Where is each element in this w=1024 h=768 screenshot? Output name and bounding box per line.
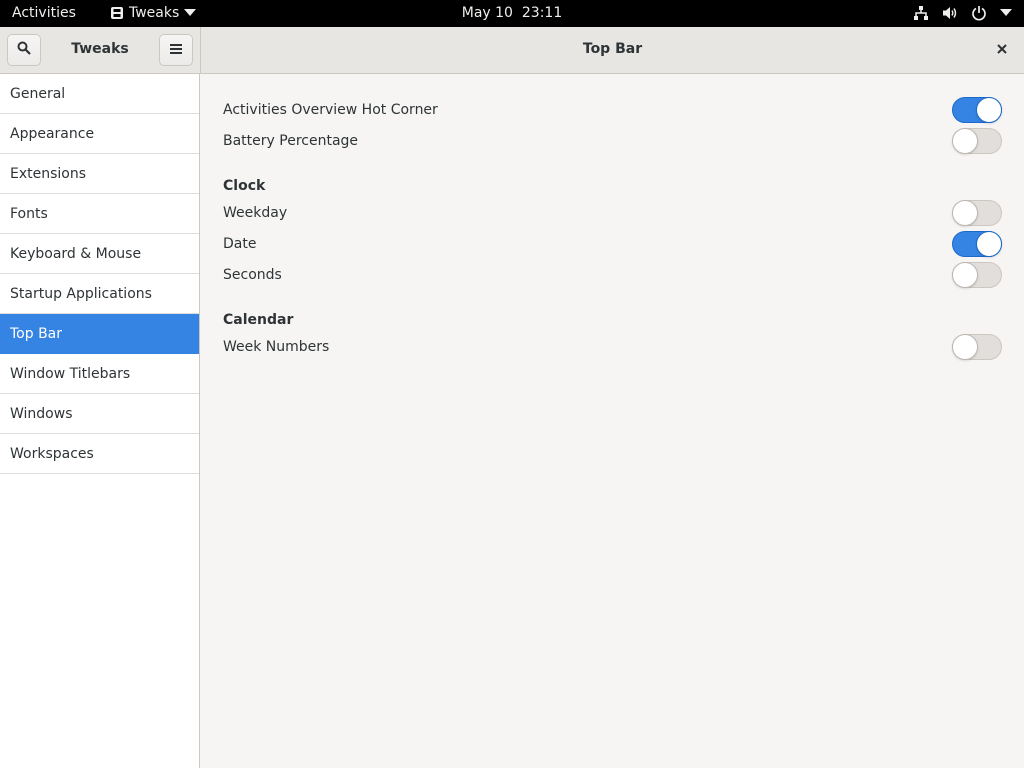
setting-row-weekday: Weekday xyxy=(223,197,1002,228)
switch-knob xyxy=(952,261,978,288)
setting-label: Activities Overview Hot Corner xyxy=(223,101,438,118)
system-tray[interactable] xyxy=(913,5,1012,21)
header-left-pane: Tweaks xyxy=(0,27,200,73)
setting-label: Date xyxy=(223,235,257,252)
setting-row-seconds: Seconds xyxy=(223,259,1002,290)
date-switch[interactable] xyxy=(952,230,1002,257)
clock-time: 23:11 xyxy=(521,5,563,21)
gnome-top-bar: Activities Tweaks May 10 23:11 xyxy=(0,0,1024,27)
sidebar-item-appearance[interactable]: Appearance xyxy=(0,114,199,154)
section-title-calendar: Calendar xyxy=(223,312,294,328)
sidebar-item-top-bar[interactable]: Top Bar xyxy=(0,314,199,354)
hamburger-menu-icon xyxy=(170,42,182,58)
app-menu-label: Tweaks xyxy=(129,5,180,21)
clock-button[interactable]: May 10 23:11 xyxy=(462,5,562,21)
setting-label: Weekday xyxy=(223,204,288,221)
sidebar-item-fonts[interactable]: Fonts xyxy=(0,194,199,234)
power-icon xyxy=(971,5,987,21)
switch-knob xyxy=(976,96,1002,123)
section-title-clock: Clock xyxy=(223,178,266,194)
page-title: Top Bar xyxy=(582,41,643,57)
network-wired-icon xyxy=(913,5,929,21)
settings-panel: Activities Overview Hot Corner Battery P… xyxy=(201,74,1024,768)
close-button[interactable] xyxy=(992,40,1012,60)
app-menu-button[interactable]: Tweaks xyxy=(110,5,197,21)
sidebar-item-label: Startup Applications xyxy=(10,285,152,302)
volume-icon xyxy=(942,5,958,21)
activities-button[interactable]: Activities xyxy=(12,5,76,21)
sidebar-item-label: General xyxy=(10,85,66,102)
setting-row-battery-percentage: Battery Percentage xyxy=(223,125,1002,156)
sidebar-item-label: Extensions xyxy=(10,165,87,182)
setting-row-hot-corner: Activities Overview Hot Corner xyxy=(223,94,1002,125)
battery-percentage-switch[interactable] xyxy=(952,127,1002,154)
clock-date: May 10 xyxy=(461,5,513,21)
menu-button[interactable] xyxy=(159,34,193,66)
header-bar: Tweaks Top Bar xyxy=(0,27,1024,74)
setting-label: Week Numbers xyxy=(223,338,330,355)
sidebar-item-label: Windows xyxy=(10,405,73,422)
sidebar-item-window-titlebars[interactable]: Window Titlebars xyxy=(0,354,199,394)
sidebar-item-label: Appearance xyxy=(10,125,95,142)
sidebar-item-workspaces[interactable]: Workspaces xyxy=(0,434,199,474)
hot-corner-switch[interactable] xyxy=(952,96,1002,123)
sidebar-item-label: Window Titlebars xyxy=(10,365,131,382)
setting-label: Seconds xyxy=(223,266,282,283)
sidebar-item-label: Keyboard & Mouse xyxy=(10,245,142,262)
sidebar-item-label: Workspaces xyxy=(10,445,94,462)
sidebar-item-general[interactable]: General xyxy=(0,74,199,114)
close-icon xyxy=(997,42,1007,58)
weekday-switch[interactable] xyxy=(952,199,1002,226)
setting-row-date: Date xyxy=(223,228,1002,259)
sidebar-item-windows[interactable]: Windows xyxy=(0,394,199,434)
setting-label: Battery Percentage xyxy=(223,132,359,149)
sidebar-item-startup-applications[interactable]: Startup Applications xyxy=(0,274,199,314)
sidebar-item-extensions[interactable]: Extensions xyxy=(0,154,199,194)
week-numbers-switch[interactable] xyxy=(952,333,1002,360)
sidebar-item-label: Top Bar xyxy=(10,325,63,342)
caret-down-icon xyxy=(184,9,197,17)
switch-knob xyxy=(952,199,978,226)
setting-row-week-numbers: Week Numbers xyxy=(223,331,1002,362)
sidebar-item-label: Fonts xyxy=(10,205,48,222)
tweaks-window: Tweaks Top Bar General Appearance Extens… xyxy=(0,27,1024,768)
switch-knob xyxy=(952,127,978,154)
sidebar: General Appearance Extensions Fonts Keyb… xyxy=(0,74,200,768)
switch-knob xyxy=(952,333,978,360)
caret-down-icon xyxy=(1000,9,1012,17)
seconds-switch[interactable] xyxy=(952,261,1002,288)
switch-knob xyxy=(976,230,1002,257)
sidebar-item-keyboard-mouse[interactable]: Keyboard & Mouse xyxy=(0,234,199,274)
tweaks-app-icon xyxy=(110,6,124,20)
